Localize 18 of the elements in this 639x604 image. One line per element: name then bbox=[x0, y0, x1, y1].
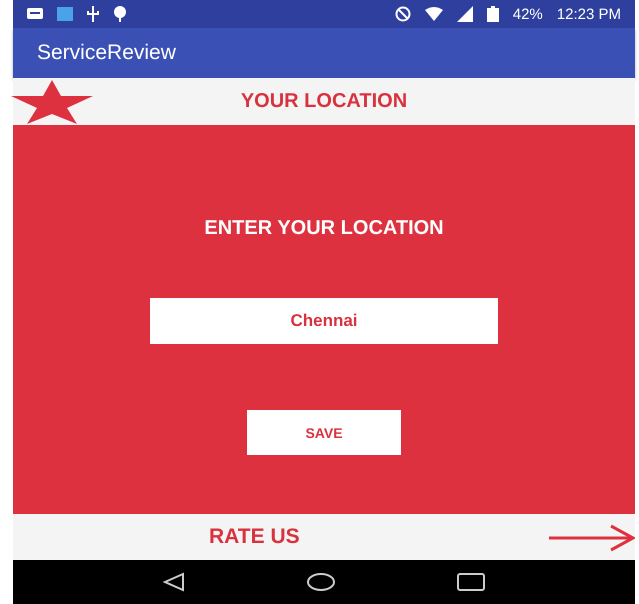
overview-icon[interactable] bbox=[456, 572, 485, 592]
back-icon[interactable] bbox=[163, 572, 186, 592]
arrow-right-icon bbox=[547, 524, 635, 552]
signal-icon bbox=[456, 6, 473, 22]
rate-us-bar[interactable]: RATE US bbox=[13, 514, 635, 560]
app-icon bbox=[57, 7, 73, 21]
clock: 12:23 PM bbox=[556, 6, 621, 22]
save-button[interactable]: SAVE bbox=[247, 410, 401, 455]
home-icon[interactable] bbox=[306, 572, 336, 592]
wifi-icon bbox=[424, 7, 443, 21]
location-prompt: ENTER YOUR LOCATION bbox=[204, 217, 444, 240]
battery-icon bbox=[486, 6, 499, 22]
do-not-disturb-icon bbox=[394, 6, 411, 22]
app-title: ServiceReview bbox=[37, 41, 176, 65]
location-field[interactable]: Chennai bbox=[150, 298, 498, 344]
rate-us-label: RATE US bbox=[209, 525, 300, 549]
header-title: YOUR LOCATION bbox=[240, 90, 408, 113]
battery-percent: 42% bbox=[512, 6, 543, 22]
